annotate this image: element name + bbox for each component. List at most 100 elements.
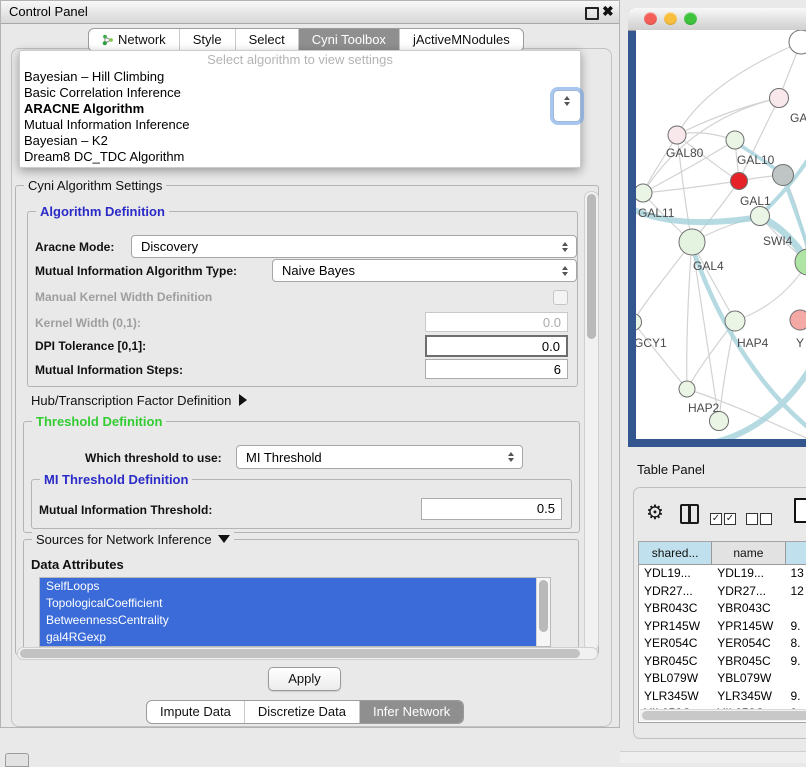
network-node-gal80[interactable] bbox=[668, 126, 686, 144]
table-row-ybr043c[interactable]: YBR043CYBR043C bbox=[639, 600, 806, 618]
gear-icon[interactable]: ⚙ bbox=[646, 500, 664, 525]
mi-steps-label: Mutual Information Steps: bbox=[35, 363, 183, 377]
tab-cyni-toolbox[interactable]: Cyni Toolbox bbox=[298, 29, 399, 51]
table-row-ydr27[interactable]: YDR27...YDR27...12 bbox=[639, 583, 806, 601]
settings-horizontal-scrollbar[interactable] bbox=[17, 647, 598, 660]
table-horizontal-scrollbar-thumb[interactable] bbox=[642, 711, 806, 720]
table-cell: YBL079W bbox=[639, 670, 712, 688]
network-node-y[interactable] bbox=[790, 310, 806, 330]
table-cell: YDR27... bbox=[712, 583, 785, 601]
algorithm-option-dream8-dc-tdc-algorithm[interactable]: Dream8 DC_TDC Algorithm bbox=[20, 149, 580, 165]
tab-impute-data[interactable]: Impute Data bbox=[147, 701, 244, 723]
mi-steps-field[interactable]: 6 bbox=[425, 359, 568, 379]
table-row-ybl079w[interactable]: YBL079WYBL079W bbox=[639, 670, 806, 688]
column-header-shared[interactable]: shared... bbox=[639, 542, 712, 564]
which-threshold-select[interactable]: MI Threshold bbox=[236, 445, 523, 469]
tab-select[interactable]: Select bbox=[235, 29, 298, 51]
network-node-gcy1[interactable] bbox=[636, 314, 642, 331]
unchecked-box-icon[interactable] bbox=[760, 513, 772, 525]
checked-box-icon[interactable]: ✓ bbox=[724, 513, 736, 525]
tab-discretize-data[interactable]: Discretize Data bbox=[244, 701, 359, 723]
new-table-icon[interactable] bbox=[794, 498, 806, 523]
node-label-swi4: SWI4 bbox=[763, 234, 793, 248]
network-node-gal1[interactable] bbox=[731, 173, 748, 190]
mi-threshold-field[interactable]: 0.5 bbox=[421, 498, 562, 520]
apply-button[interactable]: Apply bbox=[268, 667, 341, 691]
table-horizontal-scrollbar[interactable] bbox=[640, 709, 806, 721]
spinner-arrows-icon bbox=[558, 242, 572, 252]
aracne-mode-label: Aracne Mode: bbox=[35, 240, 114, 254]
network-node-gal11[interactable] bbox=[636, 184, 652, 202]
column-header-a[interactable]: A bbox=[786, 542, 806, 564]
algorithm-option-basic-correlation-inference[interactable]: Basic Correlation Inference bbox=[20, 85, 580, 101]
column-header-name[interactable]: name bbox=[712, 542, 785, 564]
table-row-ydl19[interactable]: YDL19...YDL19...13 bbox=[639, 565, 806, 583]
table-cell bbox=[786, 600, 806, 618]
attributes-list-scrollbar[interactable] bbox=[536, 578, 550, 646]
cyni-bottom-tabbar: Impute DataDiscretize DataInfer Network bbox=[146, 700, 464, 724]
algorithm-option-aracne-algorithm[interactable]: ARACNE Algorithm bbox=[20, 101, 580, 117]
node-label-gal10: GAL10 bbox=[737, 153, 775, 167]
network-node[interactable] bbox=[789, 30, 806, 54]
data-attributes-list: SelfLoopsTopologicalCoefficientBetweenne… bbox=[39, 577, 551, 647]
table-row-yer054c[interactable]: YER054CYER054C8. bbox=[639, 635, 806, 653]
mi-threshold-definition-title: MI Threshold Definition bbox=[40, 472, 192, 487]
mi-threshold-label: Mutual Information Threshold: bbox=[39, 503, 212, 517]
algorithm-definition-title: Algorithm Definition bbox=[36, 204, 169, 219]
network-edges-teal bbox=[636, 142, 806, 439]
checked-box-icon[interactable]: ✓ bbox=[710, 513, 722, 525]
node-attribute-table: shared...nameA YDL19...YDL19...13YDR27..… bbox=[638, 541, 806, 723]
attribute-item-topologicalcoefficient[interactable]: TopologicalCoefficient bbox=[40, 595, 537, 612]
minimize-traffic-light-icon[interactable] bbox=[664, 12, 677, 25]
network-node-gal[interactable] bbox=[770, 89, 789, 108]
unchecked-box-icon[interactable] bbox=[746, 513, 758, 525]
settings-horizontal-scrollbar-thumb[interactable] bbox=[20, 649, 580, 658]
network-node-swi4[interactable] bbox=[751, 207, 770, 226]
manual-kernel-width-checkbox[interactable] bbox=[553, 290, 568, 305]
attributes-list-scrollbar-thumb[interactable] bbox=[539, 580, 548, 632]
network-node[interactable] bbox=[773, 165, 794, 186]
table-cell: YLR345W bbox=[639, 688, 712, 706]
dpi-tolerance-field[interactable]: 0.0 bbox=[425, 335, 568, 357]
settings-vertical-scrollbar[interactable] bbox=[584, 191, 599, 651]
split-columns-icon[interactable] bbox=[680, 504, 699, 524]
close-panel-icon[interactable]: ✖ bbox=[602, 3, 614, 20]
tab-infer-network[interactable]: Infer Network bbox=[359, 701, 463, 723]
algorithm-option-bayesian-hill-climbing[interactable]: Bayesian – Hill Climbing bbox=[20, 69, 580, 85]
control-panel-titlebar[interactable]: Control Panel ✖ bbox=[1, 1, 619, 24]
tab-jactivemnodules[interactable]: jActiveMNodules bbox=[399, 29, 523, 51]
network-node-gal4[interactable] bbox=[679, 229, 705, 255]
attribute-item-selfloops[interactable]: SelfLoops bbox=[40, 578, 537, 595]
collapsed-panel-button[interactable] bbox=[5, 753, 29, 767]
algorithm-option-mutual-information-inference[interactable]: Mutual Information Inference bbox=[20, 117, 580, 133]
tab-style[interactable]: Style bbox=[179, 29, 235, 51]
network-view-window: GALGAL80GAL10GAL1GAL11SWI4GAL4GCY1HAP4YH… bbox=[628, 8, 806, 447]
table-row-ybr045c[interactable]: YBR045CYBR045C9. bbox=[639, 653, 806, 671]
table-row-ylr345w[interactable]: YLR345WYLR345W9. bbox=[639, 688, 806, 706]
attribute-item-gal4rgexp[interactable]: gal4RGexp bbox=[40, 629, 537, 646]
attribute-item-betweennesscentrality[interactable]: BetweennessCentrality bbox=[40, 612, 537, 629]
hub-tf-definition-expander[interactable]: Hub/Transcription Factor Definition bbox=[31, 393, 247, 408]
sources-title[interactable]: Sources for Network Inference bbox=[32, 532, 234, 547]
close-traffic-light-icon[interactable] bbox=[644, 12, 657, 25]
aracne-mode-select[interactable]: Discovery bbox=[131, 235, 577, 258]
network-window-titlebar[interactable] bbox=[628, 8, 806, 31]
hidden-combobox-end[interactable] bbox=[553, 90, 581, 122]
table-cell: YDR27... bbox=[639, 583, 712, 601]
tab-network[interactable]: Network bbox=[89, 29, 179, 51]
mi-algorithm-type-select[interactable]: Naive Bayes bbox=[272, 259, 577, 282]
network-node-hap2[interactable] bbox=[679, 381, 695, 397]
settings-vertical-scrollbar-thumb[interactable] bbox=[587, 194, 596, 339]
algorithm-select-popup: Select algorithm to view settings Bayesi… bbox=[19, 50, 581, 168]
bottom-divider bbox=[620, 751, 806, 763]
kernel-width-field[interactable]: 0.0 bbox=[425, 312, 568, 332]
sources-title-label: Sources for Network Inference bbox=[36, 532, 212, 547]
table-row-ypr145w[interactable]: YPR145WYPR145W9. bbox=[639, 618, 806, 636]
data-attributes-label: Data Attributes bbox=[31, 557, 124, 572]
zoom-traffic-light-icon[interactable] bbox=[684, 12, 697, 25]
float-panel-icon[interactable] bbox=[585, 7, 599, 20]
algorithm-option-bayesian-k2[interactable]: Bayesian – K2 bbox=[20, 133, 580, 149]
network-node-gal10[interactable] bbox=[726, 131, 744, 149]
network-node-hap4[interactable] bbox=[725, 311, 745, 331]
network-canvas[interactable]: GALGAL80GAL10GAL1GAL11SWI4GAL4GCY1HAP4YH… bbox=[636, 30, 806, 439]
